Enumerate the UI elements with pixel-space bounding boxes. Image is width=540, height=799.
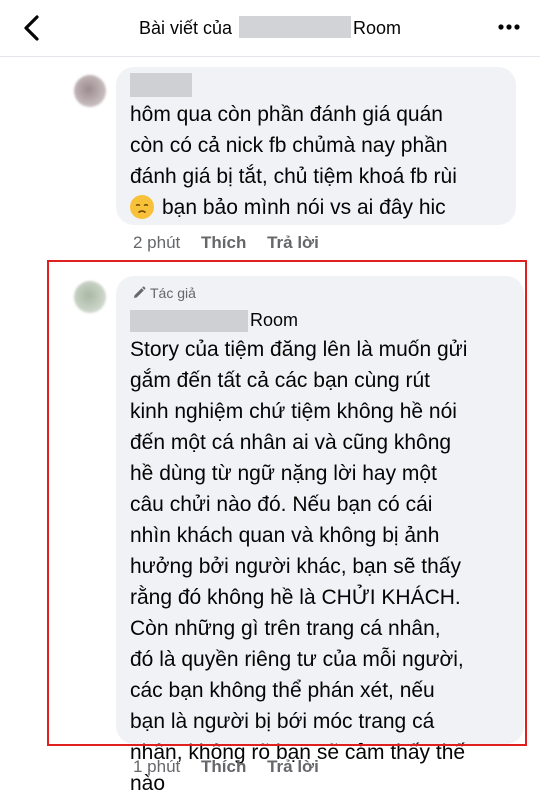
comment-text: hôm qua còn phần đánh giá quán còn có cả…: [130, 99, 510, 223]
top-bar: Bài viết của Room: [0, 0, 540, 57]
like-button[interactable]: Thích: [201, 757, 246, 776]
redacted-name: [239, 16, 352, 38]
title-suffix: Room: [353, 18, 402, 38]
comment-time: 2 phút: [133, 233, 181, 252]
comment-line: còn có cả nick fb chủmà nay phần: [130, 134, 448, 157]
more-options-icon[interactable]: [498, 24, 520, 30]
reply-button[interactable]: Trả lời: [267, 233, 319, 252]
comment-line: đánh giá bị tắt, chủ tiệm khoá fb rùi: [130, 165, 457, 188]
red-highlight-box: [47, 260, 527, 746]
comment-actions: 2 phút Thích Trả lời: [133, 233, 335, 253]
like-button[interactable]: Thích: [201, 233, 246, 252]
comment-line-with-emoji: bạn bảo mình nói vs ai đây hic: [130, 192, 510, 223]
comment-bubble: hôm qua còn phần đánh giá quán còn có cả…: [116, 67, 516, 225]
title-prefix: Bài viết của: [138, 18, 233, 38]
reply-button[interactable]: Trả lời: [267, 757, 319, 776]
comment-line: hôm qua còn phần đánh giá quán: [130, 103, 443, 126]
redacted-commenter-name[interactable]: [130, 73, 192, 97]
page-title: Bài viết của Room: [0, 16, 540, 39]
comment-line: bạn bảo mình nói vs ai đây hic: [162, 196, 446, 219]
avatar[interactable]: [74, 75, 106, 107]
sad-face-emoji-icon: [130, 195, 154, 219]
comment-actions: 1 phút Thích Trả lời: [133, 757, 335, 777]
comment-time: 1 phút: [133, 757, 181, 776]
